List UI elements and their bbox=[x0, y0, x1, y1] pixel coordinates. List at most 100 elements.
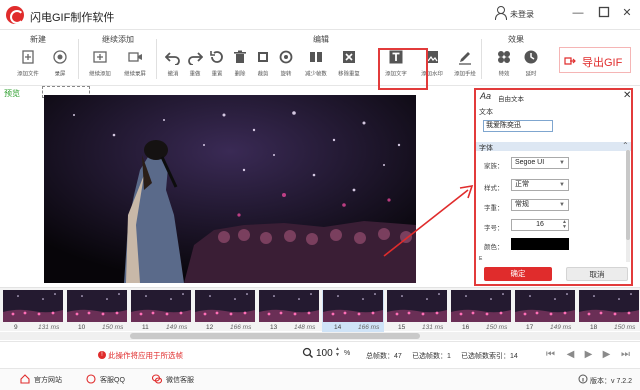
selected-frames: 已选帧数：1 bbox=[412, 353, 451, 360]
continue-add-icon bbox=[93, 51, 107, 63]
status-bar: ! 此操作将应用于所选帧 100 ▲ ▼ % 总帧数：47 已选帧数：1 已选帧数… bbox=[0, 341, 640, 367]
redo-icon bbox=[188, 52, 203, 65]
chevron-down-icon: ▼ bbox=[559, 160, 565, 166]
maximize-icon[interactable] bbox=[597, 6, 611, 20]
group-title-new: 新建 bbox=[30, 35, 46, 44]
frame-image bbox=[451, 290, 511, 322]
chevron-down-icon: ▼ bbox=[559, 202, 565, 208]
reduce-frames-button[interactable]: 减少帧数 bbox=[301, 49, 331, 83]
chevron-down-icon: ▼ bbox=[559, 182, 565, 188]
crop-icon bbox=[258, 52, 268, 62]
version-label: 版本：v 7.2.2 bbox=[590, 378, 633, 385]
export-gif-label: 导出GIF bbox=[582, 57, 623, 69]
filmstrip-scrollbar[interactable] bbox=[0, 332, 640, 340]
remove-duplicates-button[interactable]: 移除重复 bbox=[334, 49, 364, 83]
app-title: 闪电GIF制作软件 bbox=[30, 12, 115, 24]
frame-image bbox=[259, 290, 319, 322]
toolbar-separator bbox=[156, 39, 157, 79]
close-icon[interactable]: ✕ bbox=[620, 6, 634, 20]
delay-button[interactable]: 延时 bbox=[516, 49, 546, 83]
frame-image bbox=[515, 290, 575, 322]
frame-image bbox=[195, 290, 255, 322]
color-label: 颜色： bbox=[484, 244, 504, 251]
previous-frame-icon[interactable]: ◀ bbox=[565, 349, 576, 360]
minimize-icon[interactable]: — bbox=[571, 6, 585, 20]
frame-image bbox=[67, 290, 127, 322]
add-text-highlight bbox=[378, 48, 428, 90]
delete-icon bbox=[234, 50, 246, 63]
frame-thumbnail[interactable]: 17 149 ms bbox=[514, 290, 576, 332]
zoom-value[interactable]: 100 bbox=[316, 348, 333, 359]
next-frame-icon[interactable]: ▶ bbox=[601, 349, 612, 360]
footer: 官方网站 客服QQ 微信客服 版本：v 7.2.2 bbox=[0, 368, 640, 390]
text-section-label: 文本 bbox=[479, 109, 493, 116]
weight-label: 字重： bbox=[484, 205, 504, 212]
font-icon: Aa bbox=[480, 91, 492, 101]
style-label: 样式： bbox=[484, 185, 504, 192]
continue-add-button[interactable]: 继续添加 bbox=[85, 49, 115, 83]
record-screen-button[interactable]: 录屏 bbox=[45, 49, 75, 83]
official-website-link[interactable]: 官方网站 bbox=[34, 375, 62, 385]
user-icon bbox=[494, 6, 507, 20]
add-file-icon bbox=[22, 50, 34, 64]
last-frame-icon[interactable]: ⏭ bbox=[620, 349, 631, 360]
login-label: 未登录 bbox=[510, 10, 534, 19]
effects-button[interactable]: 特效 bbox=[489, 49, 519, 83]
frame-thumbnail[interactable]: 13 148 ms bbox=[258, 290, 320, 332]
first-frame-icon[interactable]: ⏮ bbox=[545, 349, 556, 360]
free-text-panel: Aa 自由文本 ✕ 文本 我爱陈奕迅 字体 ⌃ 家族： Segoe UI ▼ 样… bbox=[474, 88, 633, 286]
frame-thumbnail[interactable]: 15 131 ms bbox=[386, 290, 448, 332]
qq-icon bbox=[86, 374, 96, 384]
app-logo-icon bbox=[6, 6, 24, 24]
font-weight-select[interactable]: 常规 ▼ bbox=[511, 199, 569, 211]
frame-thumbnail[interactable]: 12 166 ms bbox=[194, 290, 256, 332]
spinner-icon[interactable]: ▲ ▼ bbox=[562, 220, 567, 230]
font-size-stepper[interactable]: 16 ▲ ▼ bbox=[511, 219, 569, 231]
qq-support-link[interactable]: 客服QQ bbox=[100, 375, 125, 385]
delay-icon bbox=[524, 50, 538, 64]
panel-scrollbar[interactable] bbox=[626, 150, 630, 262]
pointer-arrow bbox=[383, 184, 474, 257]
cancel-button[interactable]: 取消 bbox=[566, 267, 628, 281]
frame-thumbnail[interactable]: 11 149 ms bbox=[130, 290, 192, 332]
concert-image bbox=[44, 95, 416, 283]
frame-thumbnail[interactable]: 9 131 ms bbox=[2, 290, 64, 332]
frame-thumbnail[interactable]: 10 150 ms bbox=[66, 290, 128, 332]
title-bar: 闪电GIF制作软件 未登录 — ✕ bbox=[0, 0, 640, 30]
export-icon bbox=[564, 57, 576, 65]
total-frames: 总帧数：47 bbox=[366, 353, 402, 360]
export-gif-button[interactable]: 导出GIF bbox=[559, 47, 631, 73]
ok-button[interactable]: 确定 bbox=[484, 267, 552, 281]
close-icon[interactable]: ✕ bbox=[623, 90, 631, 101]
frame-image bbox=[579, 290, 639, 322]
play-icon[interactable]: ▶ bbox=[583, 349, 594, 360]
home-icon bbox=[20, 374, 30, 384]
continue-record-button[interactable]: 继续录屏 bbox=[120, 49, 150, 83]
filmstrip: 9 131 ms 10 150 ms 11 149 ms 12 166 ms 13 148… bbox=[0, 287, 640, 332]
login-button[interactable]: 未登录 bbox=[494, 6, 550, 22]
frame-image bbox=[3, 290, 63, 322]
frame-thumbnail[interactable]: 16 150 ms bbox=[450, 290, 512, 332]
font-family-select[interactable]: Segoe UI ▼ bbox=[511, 157, 569, 169]
font-style-select[interactable]: 正常 ▼ bbox=[511, 179, 569, 191]
reset-icon bbox=[210, 51, 223, 63]
zoom-stepper[interactable]: ▲ ▼ bbox=[335, 346, 340, 358]
preview-canvas[interactable] bbox=[44, 95, 416, 283]
frame-image bbox=[323, 290, 383, 322]
continue-record-icon bbox=[128, 52, 142, 62]
add-drawing-button[interactable]: 添加手绘 bbox=[450, 49, 480, 83]
wechat-support-link[interactable]: 微信客服 bbox=[166, 375, 194, 385]
text-input[interactable]: 我爱陈奕迅 bbox=[483, 120, 553, 132]
color-swatch[interactable] bbox=[511, 238, 569, 250]
frame-image bbox=[131, 290, 191, 322]
font-section-header[interactable]: 字体 ⌃ bbox=[476, 141, 631, 152]
frame-thumbnail[interactable]: 18 150 ms bbox=[578, 290, 640, 332]
scrollbar-thumb[interactable] bbox=[130, 333, 420, 339]
panel-header: Aa 自由文本 ✕ bbox=[476, 90, 631, 104]
apply-warning: 此操作将应用于所选帧 bbox=[108, 351, 183, 360]
frame-thumbnail-selected[interactable]: 14 166 ms bbox=[322, 290, 384, 332]
rotate-button[interactable]: 旋转 bbox=[271, 49, 301, 83]
zoom-icon bbox=[302, 347, 314, 359]
chevron-up-icon: ⌃ bbox=[622, 141, 629, 150]
add-file-button[interactable]: 添加文件 bbox=[13, 49, 43, 83]
